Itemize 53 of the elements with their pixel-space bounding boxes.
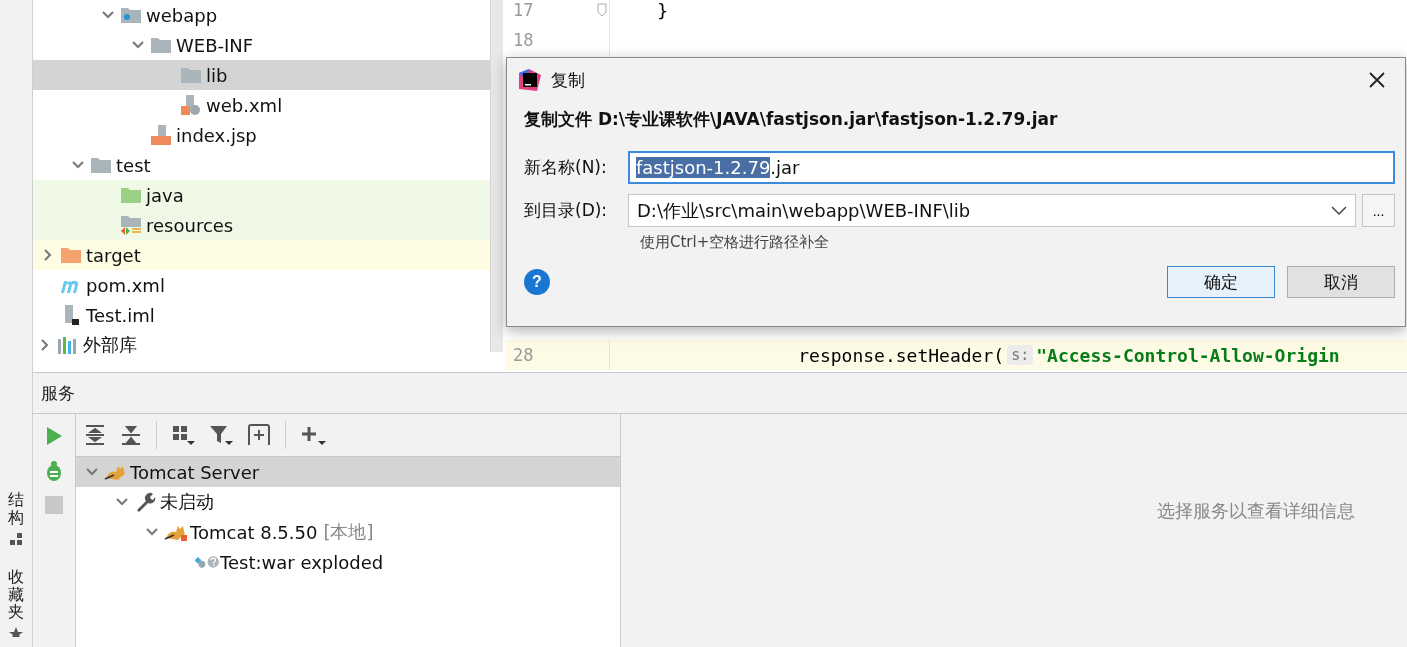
side-tab[interactable]: 结构 bbox=[8, 491, 24, 527]
folder-icon bbox=[150, 36, 172, 54]
tree-item[interactable]: target bbox=[33, 240, 490, 270]
panel-title: 服务 bbox=[41, 381, 75, 405]
line-number: 28 bbox=[512, 345, 535, 365]
collapse-all-icon[interactable] bbox=[120, 424, 142, 446]
tree-item[interactable]: Tomcat Server bbox=[76, 457, 620, 487]
parameter-hint: s: bbox=[1007, 345, 1034, 365]
filter-icon[interactable] bbox=[209, 424, 233, 446]
structure-icon bbox=[9, 532, 23, 547]
dialog-title: 复制 bbox=[551, 68, 586, 92]
jsp-file-icon bbox=[150, 124, 172, 146]
empty-state-text: 选择服务以查看详细信息 bbox=[1157, 498, 1355, 523]
app-logo-icon bbox=[519, 69, 541, 91]
ok-button[interactable]: 确定 bbox=[1167, 266, 1275, 298]
help-button[interactable]: ? bbox=[524, 269, 550, 295]
xml-file-icon bbox=[180, 94, 202, 116]
cancel-button[interactable]: 取消 bbox=[1287, 266, 1395, 298]
tree-item[interactable]: lib bbox=[33, 60, 490, 90]
bug-icon[interactable] bbox=[44, 460, 64, 482]
fold-marker-icon[interactable] bbox=[597, 3, 607, 17]
run-icon[interactable] bbox=[45, 426, 63, 446]
hint-text: 使用Ctrl+空格进行路径补全 bbox=[639, 232, 831, 252]
dialog-heading: 复制文件 D:\专业课软件\JAVA\fastjson.jar\fastjson-1.2.79.jar bbox=[523, 108, 1059, 131]
name-input[interactable]: fastjson-1.2.79.jar bbox=[628, 151, 1395, 184]
tree-item[interactable]: java bbox=[33, 180, 490, 210]
chevron-down-icon[interactable] bbox=[1331, 205, 1347, 216]
line-number: 17 bbox=[512, 0, 535, 20]
line-number: 18 bbox=[512, 30, 535, 50]
library-icon bbox=[57, 335, 79, 355]
close-icon[interactable] bbox=[1369, 72, 1385, 88]
star-icon bbox=[9, 627, 23, 637]
group-icon[interactable] bbox=[171, 424, 195, 446]
folder-icon bbox=[180, 66, 202, 84]
expand-all-icon[interactable] bbox=[84, 424, 106, 446]
folder-icon bbox=[120, 6, 142, 24]
add-icon[interactable] bbox=[300, 424, 326, 446]
folder-icon bbox=[120, 186, 142, 204]
scrollbar[interactable] bbox=[490, 0, 503, 352]
folder-icon bbox=[90, 156, 112, 174]
add-panel-icon[interactable] bbox=[247, 424, 271, 446]
field-label: 到目录(D): bbox=[524, 199, 609, 222]
tree-item[interactable]: resources bbox=[33, 210, 490, 240]
code-text: } bbox=[656, 0, 669, 21]
browse-button[interactable]: ... bbox=[1362, 194, 1395, 227]
location-tag: [本地] bbox=[323, 520, 374, 544]
directory-dropdown[interactable]: D:\作业\src\main\webapp\WEB-INF\lib bbox=[628, 194, 1356, 227]
resources-folder-icon bbox=[120, 215, 142, 235]
string-literal: "Access-Control-Allow-Origin bbox=[1036, 344, 1340, 366]
field-label: 新名称(N): bbox=[524, 156, 608, 179]
code-text: response.setHeader( bbox=[797, 344, 1005, 366]
side-tab[interactable]: 收藏夹 bbox=[8, 568, 24, 621]
folder-icon bbox=[60, 246, 82, 264]
